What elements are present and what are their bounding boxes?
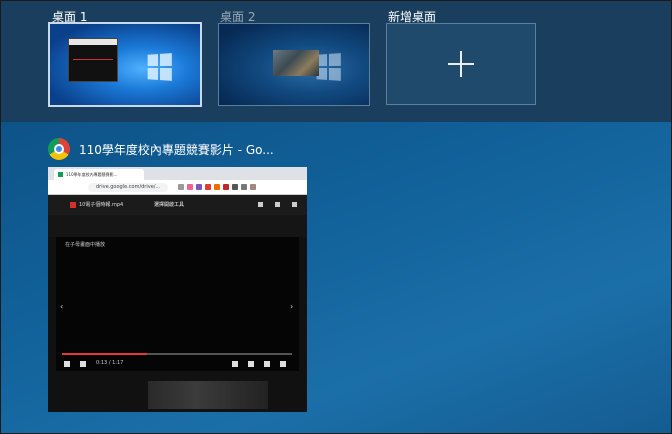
omnibox: drive.google.com/drive/... [88, 183, 168, 192]
video-progress-fill [62, 353, 148, 355]
drive-thumbnails [148, 381, 268, 409]
fullscreen-icon [280, 361, 286, 367]
file-name: 10電子個時報.mp4 [70, 201, 123, 208]
window-header[interactable]: 110學年度校內專題競賽影片 - Go... [48, 137, 274, 161]
mini-image-preview [273, 50, 319, 76]
windows-logo-icon [316, 53, 341, 81]
open-with-button: 選擇開啟工具 [154, 202, 185, 208]
window-thumbnail[interactable]: 110學年度校內專題競賽影... drive.google.com/drive/… [48, 167, 307, 412]
video-time: 0:13 / 1:17 [96, 360, 124, 366]
mini-window-preview [68, 38, 118, 82]
address-bar: drive.google.com/drive/... [48, 180, 307, 195]
drive-action-icons [246, 202, 297, 207]
miniplayer-icon [264, 361, 270, 367]
chrome-icon [48, 138, 70, 160]
prev-arrow-icon: ‹ [60, 302, 64, 311]
plus-icon [448, 51, 474, 77]
settings-icon [248, 361, 254, 367]
desktop-2-thumbnail[interactable] [218, 23, 370, 106]
browser-tab-bar: 110學年度校內專題競賽影... [48, 167, 307, 180]
video-player: 在子母畫面中播放 0:13 / 1:17 [56, 237, 299, 371]
next-arrow-icon: › [290, 302, 294, 311]
video-area [56, 237, 299, 371]
video-progress [62, 353, 292, 355]
desktop-1-thumbnail[interactable] [48, 22, 202, 107]
windows-logo-icon [147, 53, 172, 81]
play-icon [64, 361, 70, 367]
extension-icons [178, 184, 259, 190]
volume-icon [80, 361, 86, 367]
captions-icon [232, 361, 238, 367]
new-desktop-button[interactable] [386, 23, 536, 105]
window-title: 110學年度校內專題競賽影片 - Go... [79, 142, 274, 157]
drive-background [48, 215, 307, 237]
browser-tab: 110學年度校內專題競賽影... [54, 169, 144, 180]
player-controls: 0:13 / 1:17 [56, 357, 299, 371]
drive-preview-bar: 10電子個時報.mp4 選擇開啟工具 [48, 195, 307, 215]
pip-caption: 在子母畫面中播放 [65, 242, 106, 248]
